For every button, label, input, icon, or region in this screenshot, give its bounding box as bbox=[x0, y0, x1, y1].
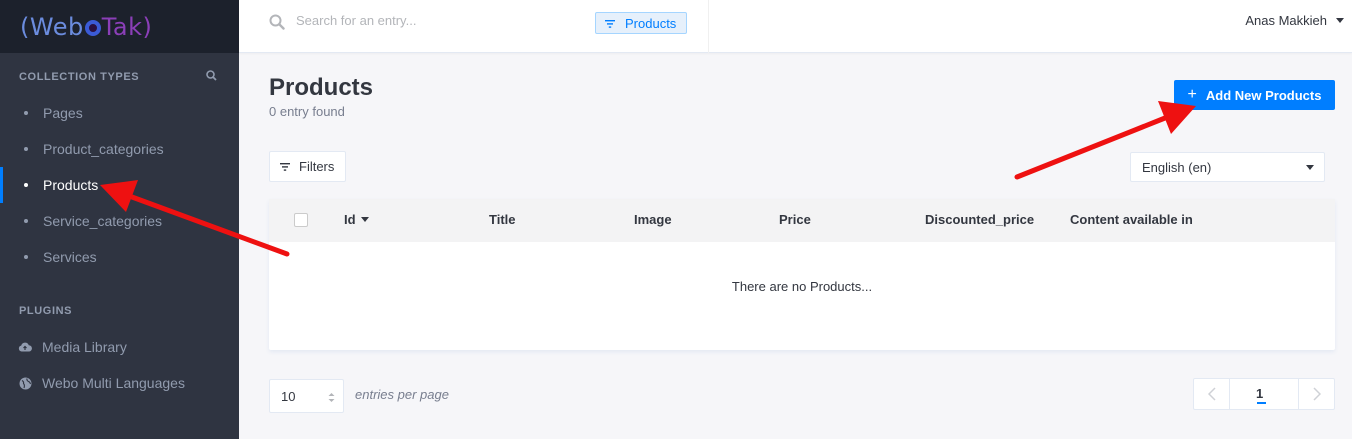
globe-icon bbox=[18, 376, 32, 390]
sidebar-item-label: Media Library bbox=[42, 339, 127, 355]
per-page-label: entries per page bbox=[355, 387, 449, 402]
chevron-down-icon bbox=[1336, 18, 1344, 23]
search-icon[interactable] bbox=[206, 70, 217, 84]
plugins-header: PLUGINS bbox=[0, 301, 239, 321]
per-page-value: 10 bbox=[281, 388, 296, 404]
sidebar-item-media-library[interactable]: Media Library bbox=[0, 329, 239, 365]
entry-count: 0 entry found bbox=[269, 104, 345, 119]
logo-bar: (Web Tak) bbox=[0, 0, 239, 53]
app-logo[interactable]: (Web Tak) bbox=[20, 13, 152, 41]
bullet-icon bbox=[24, 147, 28, 151]
sidebar-item-label: Products bbox=[43, 177, 99, 193]
chevron-down-icon bbox=[1306, 165, 1314, 170]
collection-types-title: COLLECTION TYPES bbox=[19, 71, 140, 83]
empty-table-message: There are no Products... bbox=[731, 279, 873, 294]
select-arrows-icon bbox=[328, 391, 335, 406]
sidebar-item-product-categories[interactable]: Product_categories bbox=[0, 131, 239, 167]
chevron-right-icon bbox=[1312, 387, 1321, 401]
column-header-title[interactable]: Title bbox=[489, 212, 516, 227]
next-page-button[interactable] bbox=[1298, 379, 1334, 409]
chevron-left-icon bbox=[1207, 387, 1216, 401]
user-name: Anas Makkieh bbox=[1245, 13, 1327, 28]
bullet-icon bbox=[24, 183, 28, 187]
search-icon bbox=[269, 14, 285, 35]
select-all-checkbox[interactable] bbox=[294, 213, 308, 227]
filter-tag-label: Products bbox=[625, 15, 677, 31]
filter-icon bbox=[605, 16, 615, 31]
bullet-icon bbox=[24, 111, 28, 115]
sidebar-item-label: Service_categories bbox=[43, 213, 163, 229]
sidebar-item-label: Pages bbox=[43, 105, 83, 121]
filter-tag-products[interactable]: Products bbox=[595, 12, 688, 34]
table-header: Id Title Image Price Discounted_price Co… bbox=[269, 199, 1335, 242]
sidebar-item-webo-multi-languages[interactable]: Webo Multi Languages bbox=[0, 365, 239, 401]
search-input[interactable] bbox=[296, 13, 576, 28]
column-label: Id bbox=[344, 212, 356, 227]
bullet-icon bbox=[24, 219, 28, 223]
pagination: 1 bbox=[1193, 378, 1335, 410]
user-menu[interactable]: Anas Makkieh bbox=[1245, 13, 1344, 28]
bullet-icon bbox=[24, 255, 28, 259]
column-header-price[interactable]: Price bbox=[779, 212, 811, 227]
sidebar-item-pages[interactable]: Pages bbox=[0, 95, 239, 131]
current-page-number[interactable]: 1 bbox=[1256, 386, 1263, 401]
locale-select[interactable]: English (en) bbox=[1130, 152, 1325, 182]
filters-button-label: Filters bbox=[299, 159, 335, 174]
sidebar-item-service-categories[interactable]: Service_categories bbox=[0, 203, 239, 239]
sidebar-item-label: Product_categories bbox=[43, 141, 164, 157]
sidebar: (Web Tak) COLLECTION TYPES Pages Product_… bbox=[0, 0, 239, 439]
sidebar-item-products[interactable]: Products bbox=[0, 167, 239, 203]
page-title: Products bbox=[269, 74, 374, 101]
sidebar-item-label: Services bbox=[43, 249, 97, 265]
column-header-image[interactable]: Image bbox=[634, 212, 672, 227]
entries-table: Id Title Image Price Discounted_price Co… bbox=[269, 199, 1335, 350]
locale-select-value: English (en) bbox=[1142, 159, 1212, 175]
header-divider bbox=[708, 0, 709, 53]
column-header-discounted-price[interactable]: Discounted_price bbox=[925, 212, 1034, 227]
sidebar-item-services[interactable]: Services bbox=[0, 239, 239, 275]
add-new-products-button[interactable]: + Add New Products bbox=[1174, 80, 1335, 110]
top-header: Products Anas Makkieh bbox=[239, 0, 1352, 53]
per-page-select[interactable]: 10 bbox=[269, 379, 344, 413]
cloud-upload-icon bbox=[18, 340, 32, 354]
plugins-title: PLUGINS bbox=[19, 305, 73, 317]
add-button-label: Add New Products bbox=[1205, 87, 1322, 103]
sort-down-icon bbox=[360, 217, 369, 222]
plus-icon: + bbox=[1187, 86, 1197, 103]
filters-button[interactable]: Filters bbox=[269, 151, 346, 182]
filter-icon bbox=[280, 159, 290, 174]
current-page-indicator bbox=[1257, 402, 1266, 404]
collection-types-header: COLLECTION TYPES bbox=[0, 67, 239, 87]
previous-page-button[interactable] bbox=[1194, 379, 1230, 409]
sidebar-item-label: Webo Multi Languages bbox=[42, 375, 185, 391]
column-header-id[interactable]: Id bbox=[344, 212, 369, 227]
column-header-content-available-in: Content available in bbox=[1070, 212, 1193, 227]
